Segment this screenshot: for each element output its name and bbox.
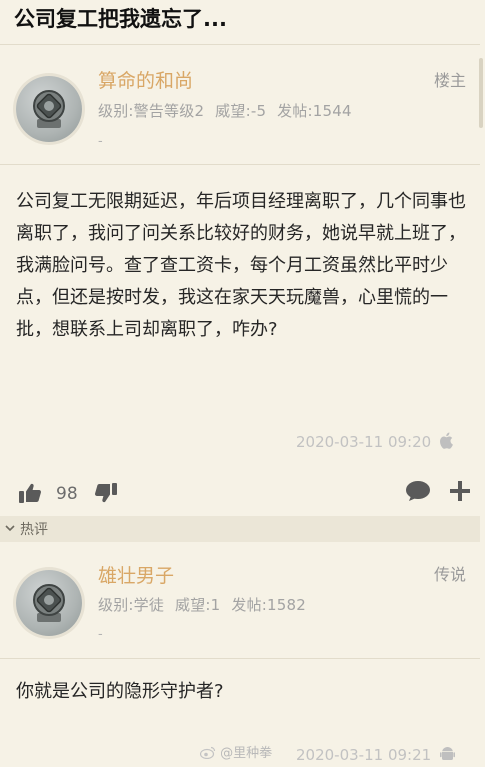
author-level: 级别:警告等级2: [98, 102, 205, 120]
like-count: 98: [56, 484, 78, 504]
reply-author-name[interactable]: 雄壮男子: [98, 561, 174, 588]
diving-helmet-icon: [33, 90, 65, 128]
timestamp-text: 2020-03-11 09:21: [296, 746, 432, 764]
add-icon[interactable]: [449, 480, 471, 502]
author-role-badge: 楼主: [434, 71, 467, 90]
author-level: 级别:学徒: [98, 596, 165, 614]
diving-helmet-icon: [33, 584, 65, 622]
reply-content: 你就是公司的隐形守护者?: [16, 681, 224, 702]
hot-comments-header[interactable]: 热评: [0, 516, 480, 542]
author-role-badge: 传说: [434, 565, 467, 584]
scrollbar[interactable]: [479, 58, 483, 128]
post-author-name[interactable]: 算命的和尚: [98, 66, 193, 93]
author-post-count: 发帖:1582: [231, 596, 307, 614]
watermark: @里种拳: [199, 742, 273, 761]
author-signature: -: [98, 627, 103, 642]
apple-icon: [439, 432, 453, 449]
chevron-down-icon: [5, 525, 15, 532]
divider: [0, 164, 480, 165]
thread-title: 公司复工把我遗忘了...: [14, 7, 227, 31]
android-icon: [439, 747, 455, 760]
divider: [0, 44, 480, 45]
avatar[interactable]: [16, 570, 82, 636]
comment-icon[interactable]: [405, 480, 431, 502]
weibo-icon: [199, 746, 216, 760]
author-meta: 级别:学徒 威望:1 发帖:1582: [98, 594, 312, 615]
author-meta: 级别:警告等级2 威望:-5 发帖:1544: [98, 100, 358, 121]
author-signature: -: [98, 134, 103, 149]
avatar[interactable]: [16, 76, 82, 142]
thumbs-down-icon[interactable]: [94, 482, 118, 504]
author-prestige: 威望:-5: [215, 102, 267, 120]
author-prestige: 威望:1: [175, 596, 221, 614]
watermark-text: @里种拳: [220, 746, 273, 761]
timestamp-text: 2020-03-11 09:20: [296, 433, 432, 451]
hot-comments-label: 热评: [20, 522, 48, 538]
author-post-count: 发帖:1544: [277, 102, 352, 120]
post-timestamp: 2020-03-11 09:20: [296, 432, 455, 451]
thumbs-up-icon[interactable]: [18, 482, 42, 504]
reply-timestamp: 2020-03-11 09:21: [296, 746, 455, 764]
divider: [0, 658, 480, 659]
post-content: 公司复工无限期延迟，年后项目经理离职了，几个同事也离职了，我问了问关系比较好的财…: [16, 191, 466, 340]
